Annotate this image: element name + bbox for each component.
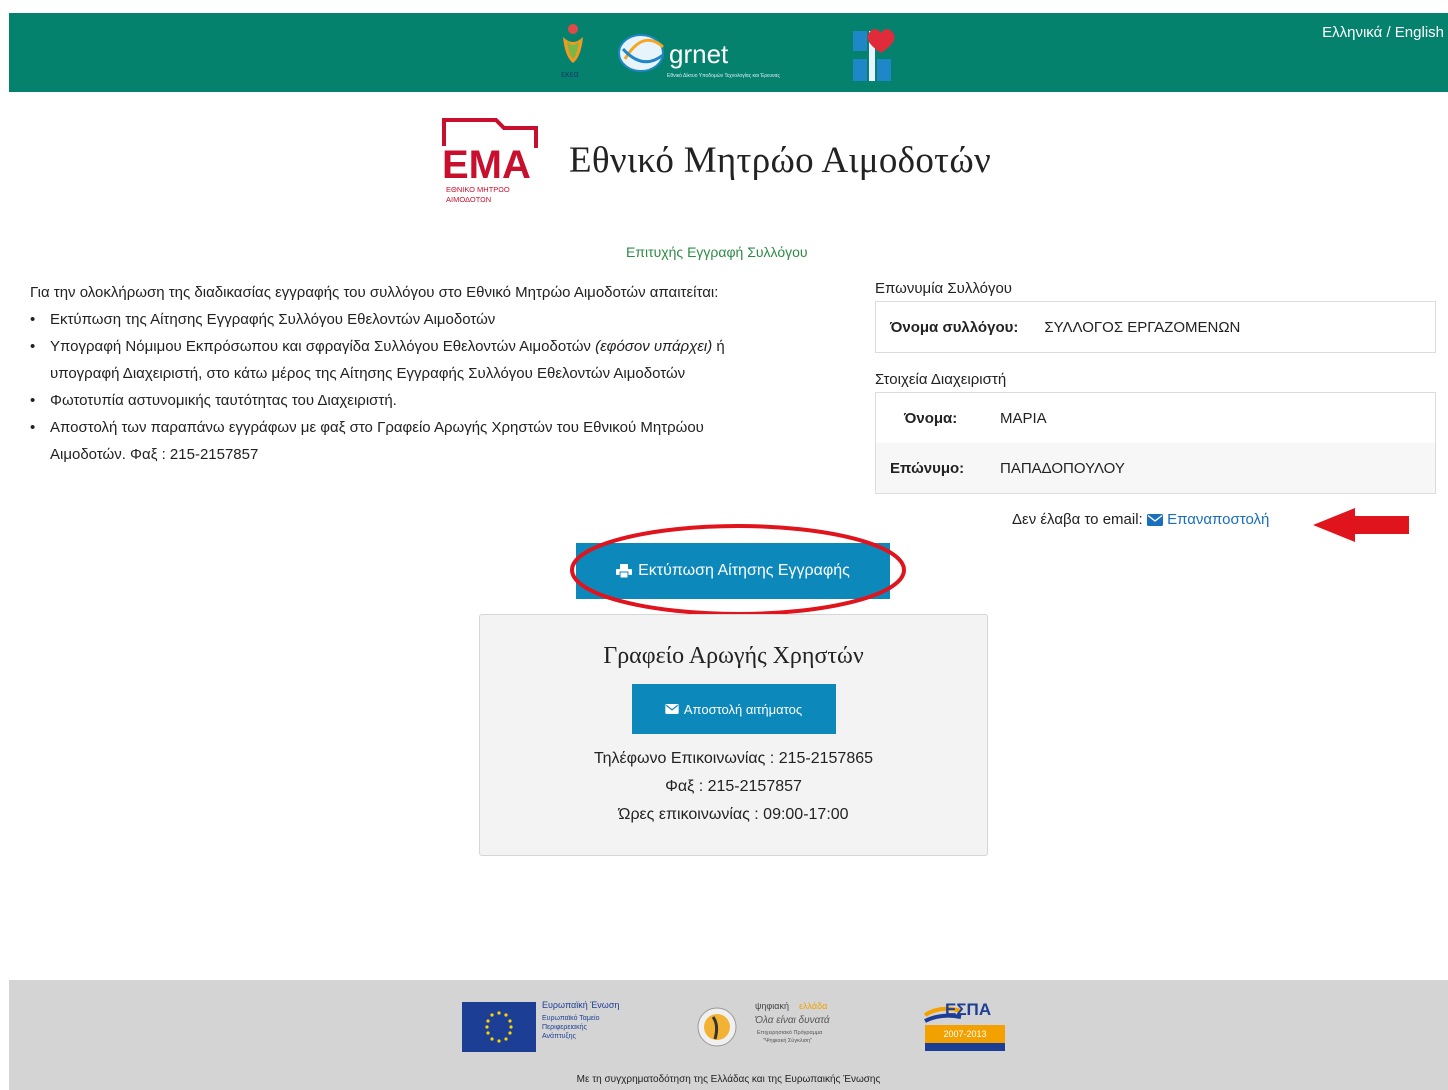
envelope-icon [1146,514,1163,526]
footer: Ευρωπαϊκή Ένωση Ευρωπαϊκό Ταμείο Περιφερ… [9,980,1448,1090]
footer-caption: Με τη συγχρηματοδότηση της Ελλάδας και τ… [576,1074,881,1085]
ekea-logo: εκεα [561,24,583,79]
bullet: • [30,419,36,436]
list-item: • Αποστολή των παραπάνω εγγράφων με φαξ σ… [30,414,830,468]
association-name-key: Όνομα συλλόγου: [890,318,1019,336]
admin-panel: Όνομα: ΜΑΡΙΑ Επώνυμο: ΠΑΠΑΔΟΠΟΥΛΟΥ [875,392,1436,494]
print-application-button[interactable]: Εκτύπωση Αίτησης Εγγραφής [576,543,890,599]
svg-text:Επιχειρησιακό Πρόγραμμα: Επιχειρησιακό Πρόγραμμα [757,1029,823,1036]
resend-link[interactable]: Επαναποστολή [1146,511,1269,528]
admin-last-name-row: Επώνυμο: ΠΑΠΑΔΟΠΟΥΛΟΥ [876,443,1435,493]
instruction-text: Εκτύπωση της Αίτησης Εγγραφής Συλλόγου Ε… [50,311,496,328]
ministry-health-logo [853,29,895,81]
page: εκεα grnet Εθνικό Δίκτυο Υποδομών Τεχνολ… [9,13,1448,1090]
instruction-text: Αιμοδοτών. Φαξ : 215-2157857 [50,446,259,463]
svg-text:ΕΘΝΙΚΟ ΜΗΤΡΩΟ: ΕΘΝΙΚΟ ΜΗΤΡΩΟ [446,185,510,194]
bullet: • [30,338,36,355]
ema-logo: ΕΜΑ ΕΘΝΙΚΟ ΜΗΤΡΩΟ ΑΙΜΟΔΟΤΩΝ [442,118,538,204]
resend-prompt: Δεν έλαβα το email: [1012,511,1143,528]
partner-logos: εκεα grnet Εθνικό Δίκτυο Υποδομών Τεχνολ… [561,24,895,81]
svg-text:Ανάπτυξης: Ανάπτυξης [542,1032,577,1040]
association-label: Επωνυμία Συλλόγου [875,280,1013,297]
helpdesk-title: Γραφείο Αρωγής Χρηστών [603,643,864,669]
success-message: Επιτυχής Εγγραφή Συλλόγου [626,244,808,260]
resend-link-label[interactable]: Επαναποστολή [1167,511,1269,528]
print-icon [616,564,633,578]
svg-text:ψηφιακή: ψηφιακή [755,1001,789,1011]
admin-last-name-key: Επώνυμο: [890,459,965,477]
instruction-text: Αποστολή των παραπάνω εγγράφων με φαξ στ… [50,419,704,436]
grnet-logo: grnet Εθνικό Δίκτυο Υποδομών Τεχνολογίας… [618,34,780,79]
svg-text:εκεα: εκεα [561,69,579,79]
list-item: • Υπογραφή Νόμιμου Εκπρόσωπου και σφραγίδ… [30,333,830,387]
eu-regional-fund-logo: Ευρωπαϊκή Ένωση Ευρωπαϊκό Ταμείο Περιφερ… [462,1000,619,1052]
svg-text:ελλάδα: ελλάδα [799,1001,827,1011]
svg-text:2007-2013: 2007-2013 [943,1029,986,1039]
admin-last-name-value: ΠΑΠΑΔΟΠΟΥΛΟΥ [1000,459,1125,477]
helpdesk-hours: Ώρες επικοινωνίας : 09:00-17:00 [618,806,849,823]
svg-text:Όλα είναι δυνατά: Όλα είναι δυνατά [754,1014,830,1026]
language-switch[interactable]: Ελληνικά / English [1322,24,1444,41]
espa-logo: ΕΣΠΑ 2007-2013 [923,1000,1005,1051]
instruction-text: ή [716,338,725,355]
svg-text:ΕΜΑ: ΕΜΑ [442,143,531,187]
svg-text:Ευρωπαϊκό Ταμείο: Ευρωπαϊκό Ταμείο [542,1014,600,1022]
svg-text:ΑΙΜΟΔΟΤΩΝ: ΑΙΜΟΔΟΤΩΝ [446,195,491,204]
annotation-arrow-icon [1313,508,1409,542]
svg-text:Ευρωπαϊκή Ένωση: Ευρωπαϊκή Ένωση [542,1000,619,1010]
instructions-intro: Για την ολοκλήρωση της διαδικασίας εγγρα… [30,284,719,301]
admin-first-name-value: ΜΑΡΙΑ [1000,409,1047,427]
svg-text:Περιφερειακής: Περιφερειακής [542,1024,587,1031]
svg-text:ΕΣΠΑ: ΕΣΠΑ [945,1000,991,1019]
print-button-label: Εκτύπωση Αίτησης Εγγραφής [638,562,850,579]
send-request-button[interactable]: Αποστολή αιτήματος [631,684,836,734]
page-title: Εθνικό Μητρώο Αιμοδοτών [569,140,992,181]
bullet: • [30,311,36,328]
envelope-icon [665,704,679,714]
helpdesk-fax: Φαξ : 215-2157857 [665,778,802,795]
instructions: Για την ολοκλήρωση της διαδικασίας εγγρα… [30,279,830,468]
list-item: • Φωτοτυπία αστυνομικής ταυτότητας του Δι… [30,387,830,414]
admin-first-name-row: Όνομα: ΜΑΡΙΑ [876,393,1435,443]
bullet: • [30,392,36,409]
svg-text:Εθνικό Δίκτυο Υποδομών Τεχνολο: Εθνικό Δίκτυο Υποδομών Τεχνολογίας και Έ… [667,72,780,79]
association-panel: Όνομα συλλόγου: ΣΥΛΛΟΓΟΣ ΕΡΓΑΖΟΜΕΝΩΝ [875,301,1436,353]
helpdesk-phone: Τηλέφωνο Επικοινωνίας : 215-2157865 [593,750,874,767]
svg-text:grnet: grnet [669,39,729,69]
instruction-text: Φωτοτυπία αστυνομικής ταυτότητας του Δια… [50,392,397,409]
send-request-label: Αποστολή αιτήματος [683,701,803,717]
instructions-list: • Εκτύπωση της Αίτησης Εγγραφής Συλλόγου … [30,306,830,468]
instruction-text: υπογραφή Διαχειριστή, στο κάτω μέρος της… [50,365,686,382]
admin-first-name-key: Όνομα: [904,409,958,427]
association-name-value: ΣΥΛΛΟΓΟΣ ΕΡΓΑΖΟΜΕΝΩΝ [1044,318,1241,336]
list-item: • Εκτύπωση της Αίτησης Εγγραφής Συλλόγου … [30,306,830,333]
top-bar: εκεα grnet Εθνικό Δίκτυο Υποδομών Τεχνολ… [9,13,1448,92]
digital-greece-logo: ψηφιακή ελλάδα Όλα είναι δυνατά Επιχειρη… [697,1001,830,1047]
helpdesk-box: Γραφείο Αρωγής Χρηστών Αποστολή αιτήματο… [479,614,988,856]
resend-email: Δεν έλαβα το email: Επαναποστολή [1012,511,1269,528]
instruction-text: Υπογραφή Νόμιμου Εκπρόσωπου και σφραγίδα… [50,338,591,355]
instruction-note: (εφόσον υπάρχει) [595,338,713,355]
admin-label: Στοιχεία Διαχειριστή [875,371,1007,388]
association-name-row: Όνομα συλλόγου: ΣΥΛΛΟΓΟΣ ΕΡΓΑΖΟΜΕΝΩΝ [876,302,1435,352]
svg-text:"Ψηφιακή Σύγκλιση": "Ψηφιακή Σύγκλιση" [763,1037,812,1044]
